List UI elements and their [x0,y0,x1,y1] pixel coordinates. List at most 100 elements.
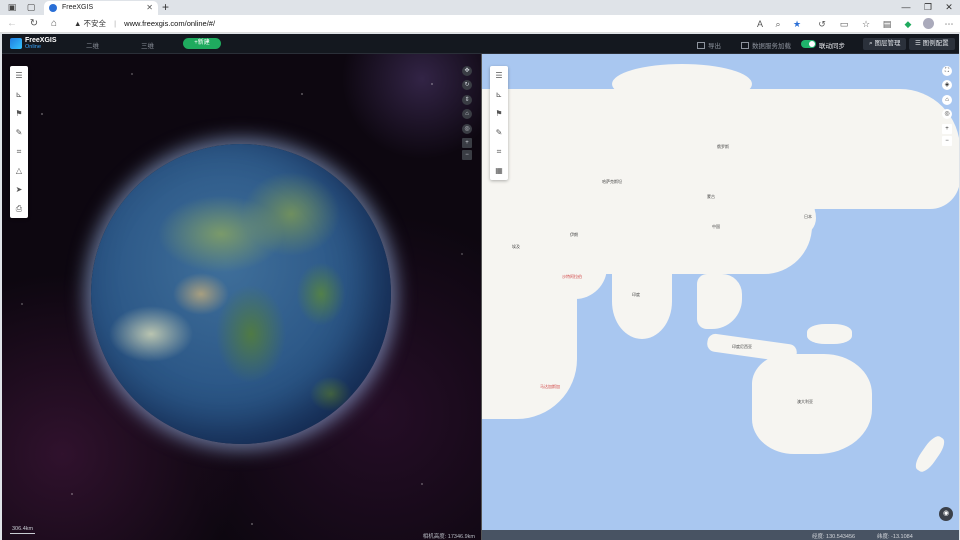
brand-name: FreeXGIS [25,37,57,44]
map-label: 伊朗 [570,232,578,237]
browser-tab[interactable]: FreeXGIS ✕ [44,1,158,15]
compass-icon[interactable]: ✥ [462,66,472,76]
map-label: 哈萨克斯坦 [602,179,622,184]
flag-icon[interactable]: ⚑ [10,104,28,123]
list-icon[interactable]: ☰ [10,66,28,85]
workspaces-icon[interactable]: ▣ [6,2,18,13]
data-service-icon [741,42,749,49]
printer-icon[interactable]: ⎙ [10,199,28,218]
browser-essentials-icon[interactable]: ◆ [902,18,914,30]
home-icon[interactable]: ⌂ [942,95,952,105]
earth-globe[interactable] [91,144,391,444]
url-field[interactable]: ▲ 不安全 | www.freexgis.com/online/#/ [74,17,714,31]
close-window-icon[interactable]: ✕ [941,1,957,13]
map-label: 埃及 [512,244,520,249]
read-aloud-icon[interactable]: A [754,18,766,30]
crop-icon[interactable]: ⌗ [490,142,508,161]
close-tab-icon[interactable]: ✕ [146,1,153,15]
tab-title: FreeXGIS [62,4,94,11]
map-label: 马达加斯加 [540,384,560,389]
sync-label: 联动同步 [819,43,845,50]
map-label: 印度 [632,292,640,297]
grid-icon[interactable]: ▦ [490,161,508,180]
layers-icon[interactable]: ◈ [942,80,952,90]
brand-subtitle: Online [25,44,41,50]
locate-icon[interactable]: ◉ [939,507,953,521]
globe-status-bar: 相机高度: 17346.9km [2,530,481,540]
map-label: 沙特阿拉伯 [562,274,582,279]
warning-icon: ▲ [74,19,82,28]
site-favicon-icon [49,4,57,12]
back-icon[interactable]: ← [6,18,18,30]
crop-icon[interactable]: ⌗ [10,142,28,161]
target-icon[interactable]: ◎ [942,109,952,119]
zoom-in-icon[interactable]: + [462,138,472,148]
globe-tool-panel: ☰ ⊾ ⚑ ✎ ⌗ △ ➤ ⎙ [10,66,28,218]
split-screen-icon[interactable]: ▭ [838,18,850,30]
favorite-star-icon[interactable]: ★ [791,18,803,30]
collections-icon[interactable]: ▤ [881,18,893,30]
area-icon[interactable]: △ [10,161,28,180]
app-header: FreeXGIS Online 二维 三维 +新建 导出 数据服务加载 联动同步… [2,34,959,54]
send-icon[interactable]: ➤ [10,180,28,199]
tilt-icon[interactable]: ⇕ [462,95,472,105]
favorites-icon[interactable]: ☆ [860,18,872,30]
ruler-icon[interactable]: ⊾ [10,85,28,104]
zoom-out-icon[interactable]: − [462,150,472,160]
zoom-in-icon[interactable]: + [942,124,952,134]
extensions-icon[interactable]: ↺ [816,18,828,30]
settings-icon: ☰ [915,40,923,47]
address-bar: ← ↻ ⌂ ▲ 不安全 | www.freexgis.com/online/#/… [0,15,960,33]
home-icon[interactable]: ⌂ [48,18,60,30]
land-southeast-asia [697,274,742,329]
export-button[interactable]: 导出 [697,40,721,50]
legend-config-button[interactable]: ☰ 图例配置 [909,38,955,50]
url-text: www.freexgis.com/online/#/ [124,19,216,28]
globe-view[interactable]: ☰ ⊾ ⚑ ✎ ⌗ △ ➤ ⎙ ✥ ↻ ⇕ ⌂ ◎ + − 306.4km 相机… [2,54,481,540]
land-indonesia [706,332,798,364]
sync-toggle[interactable] [801,40,816,48]
refresh-icon[interactable]: ↻ [28,18,40,30]
ruler-icon[interactable]: ⊾ [490,85,508,104]
gis-app: FreeXGIS Online 二维 三维 +新建 导出 数据服务加载 联动同步… [2,34,959,540]
map-label: 蒙古 [707,194,715,199]
pen-icon[interactable]: ✎ [10,123,28,142]
tab-3d[interactable]: 三维 [141,40,154,50]
map-label: 日本 [804,214,812,219]
security-warning: 不安全 [83,19,107,28]
map-status-bar: 经度: 130.543456 纬度: -13.1084 [482,530,959,540]
new-tab-icon[interactable]: + [162,0,169,15]
land-india [612,264,672,339]
more-menu-icon[interactable]: ⋯ [943,18,955,30]
map-label: 中国 [712,224,720,229]
tab-strip: ▣ ▢ FreeXGIS ✕ + — ❐ ✕ [0,0,960,15]
target-icon[interactable]: ◎ [462,124,472,134]
export-icon [697,42,705,49]
map-label: 澳大利亚 [797,399,813,404]
map-tool-panel: ☰ ⊾ ⚑ ✎ ⌗ ▦ [490,66,508,180]
longitude-readout: 经度: 130.543456 [812,534,856,540]
land-new-guinea [807,324,852,344]
land-arctic [612,64,752,104]
data-service-button[interactable]: 数据服务加载 [741,40,791,50]
restore-icon[interactable]: ❐ [920,1,936,13]
home-icon[interactable]: ⌂ [462,109,472,119]
new-button[interactable]: +新建 [183,38,221,49]
layer-manager-button[interactable]: ⌕ 图层管理 [863,38,907,50]
zoom-icon[interactable]: ⌕ [772,18,784,30]
camera-height: 相机高度: 17346.9km [422,534,475,540]
zoom-out-icon[interactable]: − [942,136,952,146]
minimize-icon[interactable]: — [898,1,914,13]
land-new-zealand [911,433,949,475]
map-view[interactable]: 俄罗斯 中国 蒙古 哈萨克斯坦 印度 日本 澳大利亚 印度尼西亚 伊朗 沙特阿拉… [481,54,959,540]
profile-avatar[interactable] [923,18,934,29]
map-label: 印度尼西亚 [732,344,752,349]
list-icon[interactable]: ☰ [490,66,508,85]
logo-icon [10,38,22,49]
pen-icon[interactable]: ✎ [490,123,508,142]
flag-icon[interactable]: ⚑ [490,104,508,123]
fullscreen-icon[interactable]: ⛶ [942,66,952,76]
tab-actions-icon[interactable]: ▢ [25,2,37,13]
rotate-icon[interactable]: ↻ [462,80,472,90]
tab-2d[interactable]: 二维 [86,40,99,50]
